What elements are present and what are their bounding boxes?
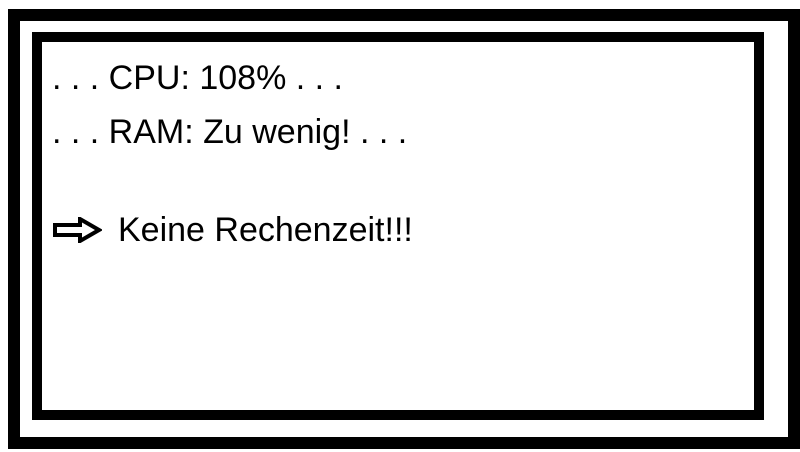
outer-frame: . . . CPU: 108% . . . . . . RAM: Zu weni… [8,9,800,449]
inner-frame: . . . CPU: 108% . . . . . . RAM: Zu weni… [32,32,764,420]
ram-status-line: . . . RAM: Zu wenig! . . . [52,113,408,151]
message-line: Keine Rechenzeit!!! [52,210,413,250]
cpu-status-line: . . . CPU: 108% . . . [52,59,343,97]
right-arrow-icon [53,217,102,243]
no-compute-time-message: Keine Rechenzeit!!! [118,211,413,249]
